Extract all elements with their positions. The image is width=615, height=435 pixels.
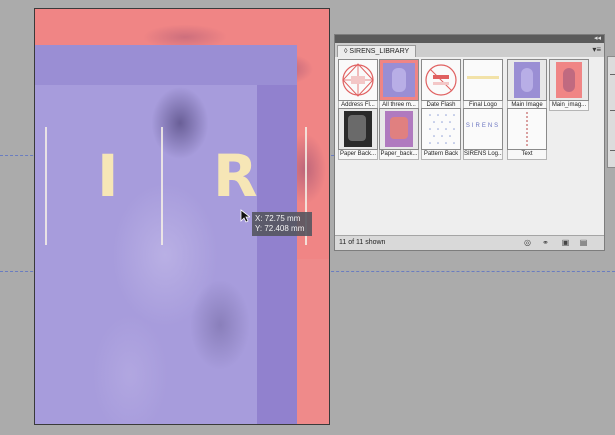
trash-icon[interactable]: ▤ <box>579 238 588 247</box>
library-item-pattern-back[interactable]: Pattern Back <box>421 108 461 160</box>
item-label: Main_imag... <box>549 101 589 111</box>
thumbnail <box>338 59 378 101</box>
thumbnail: SIRENS <box>463 108 503 150</box>
panel-footer: 11 of 11 shown ◎ ⚭ ▣ ▤ <box>335 235 604 250</box>
creative-cloud-icon[interactable]: ◎ <box>523 238 532 247</box>
sirens-logo-text: SIRENS <box>465 123 501 129</box>
vertical-rule-2 <box>161 127 163 245</box>
thumbnail <box>421 59 461 101</box>
thumbnail <box>421 108 461 150</box>
library-item-date-flash[interactable]: Date Flash <box>421 59 461 111</box>
side-panel-notch <box>610 74 615 75</box>
item-label: Pattern Back <box>421 150 461 160</box>
thumbnail <box>507 108 547 150</box>
new-item-icon[interactable]: ▣ <box>561 238 570 247</box>
library-item-main-image-2[interactable]: Main_imag... <box>549 59 589 111</box>
item-label: SIRENS Log... <box>463 150 503 160</box>
library-item-all-three[interactable]: All three m... <box>379 59 419 111</box>
library-item-sirens-logo[interactable]: SIRENS SIRENS Log... <box>463 108 503 160</box>
item-label: Paper Back... <box>338 150 378 160</box>
tooltip-x: X: 72.75 mm <box>255 214 301 223</box>
pink-band <box>297 259 329 424</box>
side-panel-notch <box>610 110 615 111</box>
side-panel-edge[interactable] <box>607 56 615 168</box>
item-label: Paper_back... <box>379 150 419 160</box>
letter-r[interactable]: R <box>213 147 258 205</box>
item-label: Text <box>507 150 547 160</box>
tooltip-y: Y: 72.408 mm <box>255 224 305 233</box>
library-item-address-flash[interactable]: Address Fl... <box>338 59 378 111</box>
collapse-icon[interactable]: ◂◂ <box>594 34 601 42</box>
library-item-final-logo[interactable]: Final Logo <box>463 59 503 111</box>
thumbnail <box>549 59 589 101</box>
panel-menu-icon[interactable]: ▾≡ <box>592 45 601 54</box>
vertical-rule-1 <box>45 127 47 245</box>
panel-title-bar[interactable]: ◂◂ <box>335 35 604 43</box>
items-shown-count: 11 of 11 shown <box>339 239 386 246</box>
library-item-main-image[interactable]: Main Image <box>507 59 547 111</box>
tab-label: SIRENS_LIBRARY <box>349 48 410 55</box>
library-item-paper-back[interactable]: Paper Back... <box>338 108 378 160</box>
panel-tab-row: ◊ SIRENS_LIBRARY ▾≡ <box>335 43 604 58</box>
main-image[interactable] <box>35 85 257 424</box>
search-binoculars-icon[interactable]: ⚭ <box>541 238 550 247</box>
thumbnail <box>338 108 378 150</box>
thumbnail <box>379 59 419 101</box>
thumbnail <box>379 108 419 150</box>
thumbnail <box>463 59 503 101</box>
coordinate-tooltip: X: 72.75 mm Y: 72.408 mm <box>252 212 312 236</box>
letter-i[interactable]: I <box>97 147 119 205</box>
side-panel-notch <box>610 150 615 151</box>
cursor-icon <box>240 209 250 223</box>
purple-strip <box>257 85 297 424</box>
thumbnail <box>507 59 547 101</box>
library-items-grid: Address Fl... All three m... Date Flash <box>335 57 604 236</box>
library-item-text[interactable]: Text <box>507 108 547 160</box>
library-panel[interactable]: ◂◂ ◊ SIRENS_LIBRARY ▾≡ Address Fl... All… <box>334 34 605 251</box>
library-item-paper-back-2[interactable]: Paper_back... <box>379 108 419 160</box>
